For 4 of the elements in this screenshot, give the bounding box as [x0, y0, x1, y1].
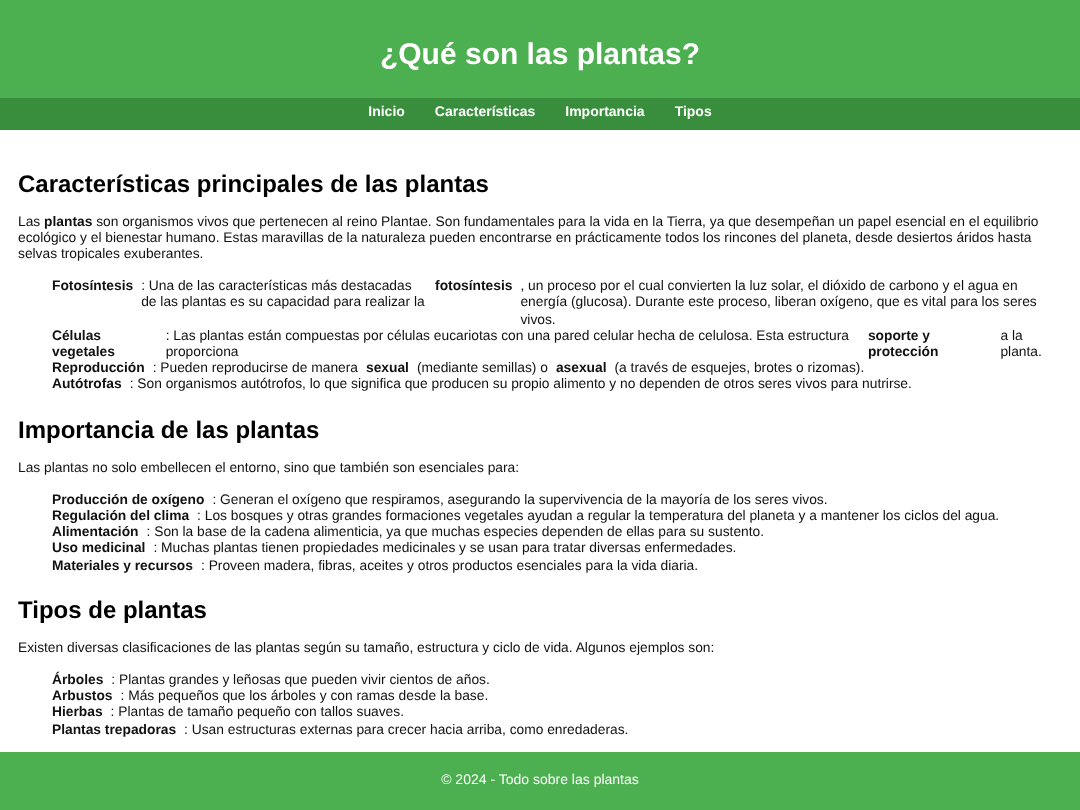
section-heading: Características principales de las plantas [18, 169, 491, 198]
page-title: ¿Qué son las plantas? [379, 35, 701, 72]
section-heading: Importancia de las plantas [18, 415, 322, 444]
section-heading: Tipos de plantas [18, 595, 209, 624]
